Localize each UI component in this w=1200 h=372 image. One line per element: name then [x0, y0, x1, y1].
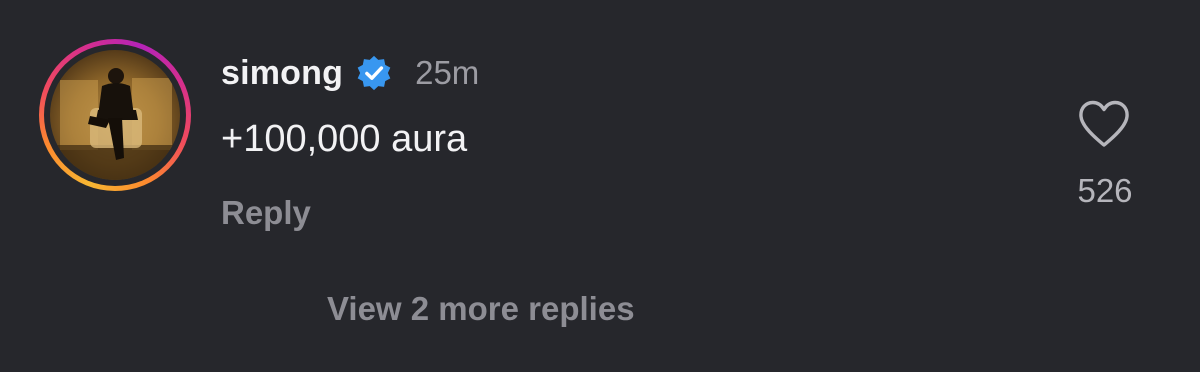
like-button[interactable] — [1076, 98, 1132, 150]
like-count: 526 — [1077, 172, 1133, 209]
comment-timestamp: 25m — [415, 54, 480, 91]
avatar-figure-icon — [50, 68, 180, 180]
username[interactable]: simong — [221, 54, 343, 93]
avatar-story-gap — [44, 44, 186, 186]
verified-badge-icon — [355, 54, 393, 92]
comment-item: simong 25m +100,000 aura Reply View 2 mo… — [0, 0, 1200, 372]
comment-text: +100,000 aura — [221, 118, 468, 160]
reply-button[interactable]: Reply — [221, 194, 311, 232]
comment-header: simong 25m — [221, 48, 479, 98]
avatar[interactable] — [39, 39, 191, 191]
avatar-image — [50, 50, 180, 180]
view-more-replies-button[interactable]: View 2 more replies — [327, 290, 635, 328]
heart-icon — [1079, 100, 1129, 147]
